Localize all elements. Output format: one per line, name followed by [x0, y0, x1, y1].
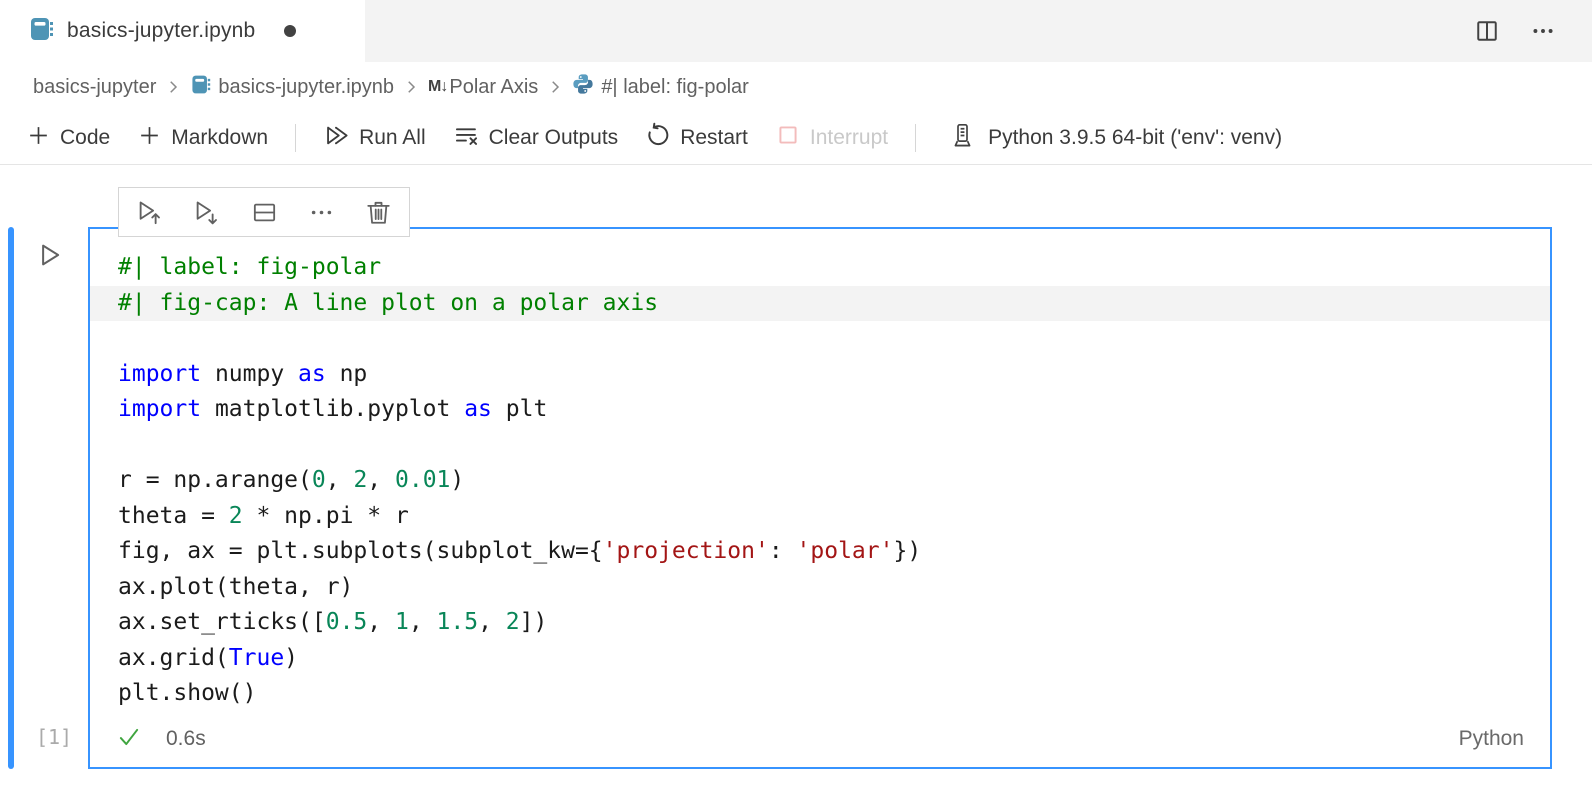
breadcrumb: basics-jupyter basics-jupyter.ipynb M↓ P… — [0, 62, 1592, 112]
restart-label: Restart — [680, 126, 748, 150]
clear-outputs-label: Clear Outputs — [489, 126, 619, 150]
plus-icon — [137, 123, 162, 154]
execute-cell-and-below-icon[interactable] — [192, 197, 222, 227]
plus-icon — [26, 123, 51, 154]
execution-time: 0.6s — [166, 727, 1435, 751]
notebook-file-icon — [28, 16, 54, 47]
breadcrumb-folder-label: basics-jupyter — [33, 76, 156, 99]
split-cell-icon[interactable] — [249, 197, 279, 227]
execute-above-cells-icon[interactable] — [135, 197, 165, 227]
cell-focus-indicator[interactable] — [8, 227, 14, 769]
code-line: plt.show() — [90, 676, 1550, 712]
breadcrumb-folder[interactable]: basics-jupyter — [33, 76, 156, 99]
run-all-button[interactable]: Run All — [323, 122, 426, 155]
markdown-header-icon: M↓ — [428, 78, 447, 96]
toolbar-divider — [295, 124, 296, 152]
tabstrip-empty-area — [365, 0, 1592, 62]
code-line — [90, 428, 1550, 464]
chevron-right-icon — [164, 78, 182, 96]
code-cell[interactable]: #| label: fig-polar#| fig-cap: A line pl… — [88, 227, 1552, 769]
notebook-file-icon — [190, 74, 211, 101]
run-all-label: Run All — [359, 126, 426, 150]
cell-toolbar — [118, 187, 410, 237]
notebook-toolbar: Code Markdown Run All Clear — [0, 112, 1592, 165]
interrupt-stop-icon — [775, 122, 801, 154]
breadcrumb-file[interactable]: basics-jupyter.ipynb — [190, 74, 394, 101]
code-editor[interactable]: #| label: fig-polar#| fig-cap: A line pl… — [90, 229, 1550, 712]
run-all-icon — [323, 122, 350, 155]
code-line: theta = 2 * np.pi * r — [90, 499, 1550, 535]
interrupt-label: Interrupt — [810, 126, 888, 150]
code-line: #| label: fig-polar — [90, 250, 1550, 286]
breadcrumb-section[interactable]: M↓ Polar Axis — [428, 76, 538, 99]
code-line — [90, 321, 1550, 357]
restart-icon — [645, 122, 671, 154]
delete-cell-icon[interactable] — [363, 197, 393, 227]
add-code-label: Code — [60, 126, 110, 150]
more-actions-icon[interactable] — [1528, 16, 1558, 46]
kernel-server-icon — [949, 122, 976, 155]
code-line: import matplotlib.pyplot as plt — [90, 392, 1550, 428]
add-markdown-label: Markdown — [171, 126, 268, 150]
code-line: ax.set_rticks([0.5, 1, 1.5, 2]) — [90, 605, 1550, 641]
chevron-right-icon — [546, 78, 564, 96]
tab-basics-jupyter[interactable]: basics-jupyter.ipynb — [0, 0, 365, 62]
code-line: ax.grid(True) — [90, 641, 1550, 677]
cell-language-picker[interactable]: Python — [1459, 727, 1524, 751]
clear-outputs-button[interactable]: Clear Outputs — [453, 122, 619, 155]
breadcrumb-section-label: Polar Axis — [449, 76, 538, 99]
modified-dot-icon[interactable] — [284, 25, 296, 37]
notebook-editor: [1] — [0, 165, 1592, 801]
code-line: ax.plot(theta, r) — [90, 570, 1550, 606]
breadcrumb-cell-label: #| label: fig-polar — [601, 76, 749, 99]
run-cell-button[interactable] — [33, 238, 67, 272]
tab-title: basics-jupyter.ipynb — [67, 19, 255, 43]
kernel-picker[interactable]: Python 3.9.5 64-bit ('env': venv) — [949, 122, 1282, 155]
kernel-label: Python 3.9.5 64-bit ('env': venv) — [988, 126, 1282, 150]
split-editor-icon[interactable] — [1472, 16, 1502, 46]
chevron-right-icon — [402, 78, 420, 96]
success-check-icon — [116, 724, 142, 755]
more-cell-actions-icon[interactable] — [306, 197, 336, 227]
tab-bar: basics-jupyter.ipynb — [0, 0, 1592, 62]
clear-outputs-icon — [453, 122, 480, 155]
breadcrumb-file-label: basics-jupyter.ipynb — [218, 76, 394, 99]
toolbar-divider — [915, 124, 916, 152]
code-line: import numpy as np — [90, 357, 1550, 393]
breadcrumb-cell[interactable]: #| label: fig-polar — [572, 73, 749, 101]
code-line: fig, ax = plt.subplots(subplot_kw={'proj… — [90, 534, 1550, 570]
add-code-cell-button[interactable]: Code — [26, 123, 110, 154]
add-markdown-cell-button[interactable]: Markdown — [137, 123, 268, 154]
python-logo-icon — [572, 73, 594, 101]
restart-kernel-button[interactable]: Restart — [645, 122, 748, 154]
cell-status-bar: 0.6s Python — [90, 711, 1550, 767]
execution-count: [1] — [28, 725, 80, 749]
code-line: r = np.arange(0, 2, 0.01) — [90, 463, 1550, 499]
vscode-window: basics-jupyter.ipynb basics-jupyter — [0, 0, 1592, 802]
code-line: #| fig-cap: A line plot on a polar axis — [90, 286, 1550, 322]
interrupt-button[interactable]: Interrupt — [775, 122, 888, 154]
